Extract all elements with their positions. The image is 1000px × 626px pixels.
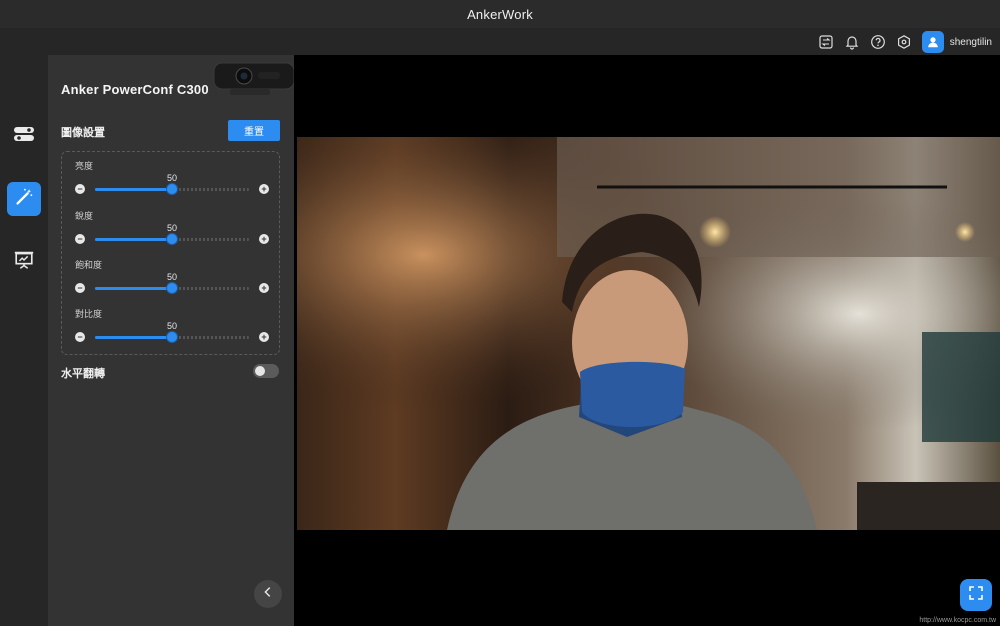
help-icon[interactable] — [870, 34, 886, 50]
webcam-image — [210, 57, 296, 101]
slider-thumb[interactable] — [167, 283, 177, 293]
image-settings-title: 圖像設置 — [61, 127, 105, 139]
sliders-group: 亮度 50 − + 銳度 50 − + 飽和度 50 − + 對比度 50 − … — [61, 151, 280, 355]
slider-value: 50 — [166, 223, 178, 233]
minus-icon[interactable]: − — [75, 283, 85, 293]
chevron-left-icon — [261, 585, 275, 604]
camera-feed-image — [297, 137, 1000, 530]
slider-label: 對比度 — [75, 309, 103, 319]
slider-thumb[interactable] — [167, 332, 177, 342]
plus-icon[interactable]: + — [259, 332, 269, 342]
presentation-icon — [13, 249, 35, 276]
settings-icon[interactable] — [896, 34, 912, 50]
horizontal-flip-label: 水平翻轉 — [61, 368, 105, 380]
device-title: Anker PowerConf C300 — [61, 82, 209, 97]
toggle-knob — [255, 366, 265, 376]
minus-icon[interactable]: − — [75, 184, 85, 194]
slider-value: 50 — [166, 173, 178, 183]
fullscreen-icon — [968, 585, 984, 606]
username[interactable]: shengtilin — [950, 37, 992, 48]
watermark-text: http://www.kocpc.com.tw — [919, 617, 996, 624]
switch-icon[interactable] — [818, 34, 834, 50]
slider-track[interactable] — [95, 283, 249, 293]
fullscreen-button[interactable] — [960, 579, 992, 611]
nav-controls[interactable] — [7, 119, 41, 153]
slider-fill — [95, 238, 172, 241]
settings-panel: Anker PowerConf C300 圖像設置 重置 亮度 50 − + 銳… — [48, 55, 296, 626]
slider-value: 50 — [166, 321, 178, 331]
slider-track[interactable] — [95, 184, 249, 194]
slider-fill — [95, 336, 172, 339]
slider-contrast: 對比度 50 − + — [62, 300, 281, 346]
slider-label: 飽和度 — [75, 260, 103, 270]
bell-icon[interactable] — [844, 34, 860, 50]
toggles-icon — [12, 122, 36, 151]
slider-label: 亮度 — [75, 161, 94, 171]
left-nav — [0, 55, 48, 626]
minus-icon[interactable]: − — [75, 332, 85, 342]
slider-thumb[interactable] — [167, 234, 177, 244]
slider-brightness: 亮度 50 − + — [62, 152, 281, 198]
reset-button[interactable]: 重置 — [228, 120, 280, 141]
slider-fill — [95, 287, 172, 290]
top-toolbar: shengtilin — [0, 28, 1000, 55]
slider-saturation: 飽和度 50 − + — [62, 251, 281, 297]
minus-icon[interactable]: − — [75, 234, 85, 244]
nav-image-settings[interactable] — [7, 182, 41, 216]
avatar[interactable] — [921, 31, 944, 53]
app-title: AnkerWork — [467, 6, 533, 22]
plus-icon[interactable]: + — [259, 184, 269, 194]
slider-thumb[interactable] — [167, 184, 177, 194]
camera-preview: http://www.kocpc.com.tw — [294, 55, 1000, 626]
slider-sharpness: 銳度 50 − + — [62, 202, 281, 248]
plus-icon[interactable]: + — [259, 283, 269, 293]
plus-icon[interactable]: + — [259, 234, 269, 244]
collapse-panel-button[interactable] — [254, 580, 282, 608]
horizontal-flip-toggle[interactable] — [253, 364, 279, 378]
magic-wand-icon — [13, 186, 35, 213]
title-bar: AnkerWork — [0, 0, 1000, 28]
slider-track[interactable] — [95, 234, 249, 244]
nav-presentation[interactable] — [7, 245, 41, 279]
slider-label: 銳度 — [75, 211, 94, 221]
slider-fill — [95, 188, 172, 191]
slider-track[interactable] — [95, 332, 249, 342]
slider-value: 50 — [166, 272, 178, 282]
